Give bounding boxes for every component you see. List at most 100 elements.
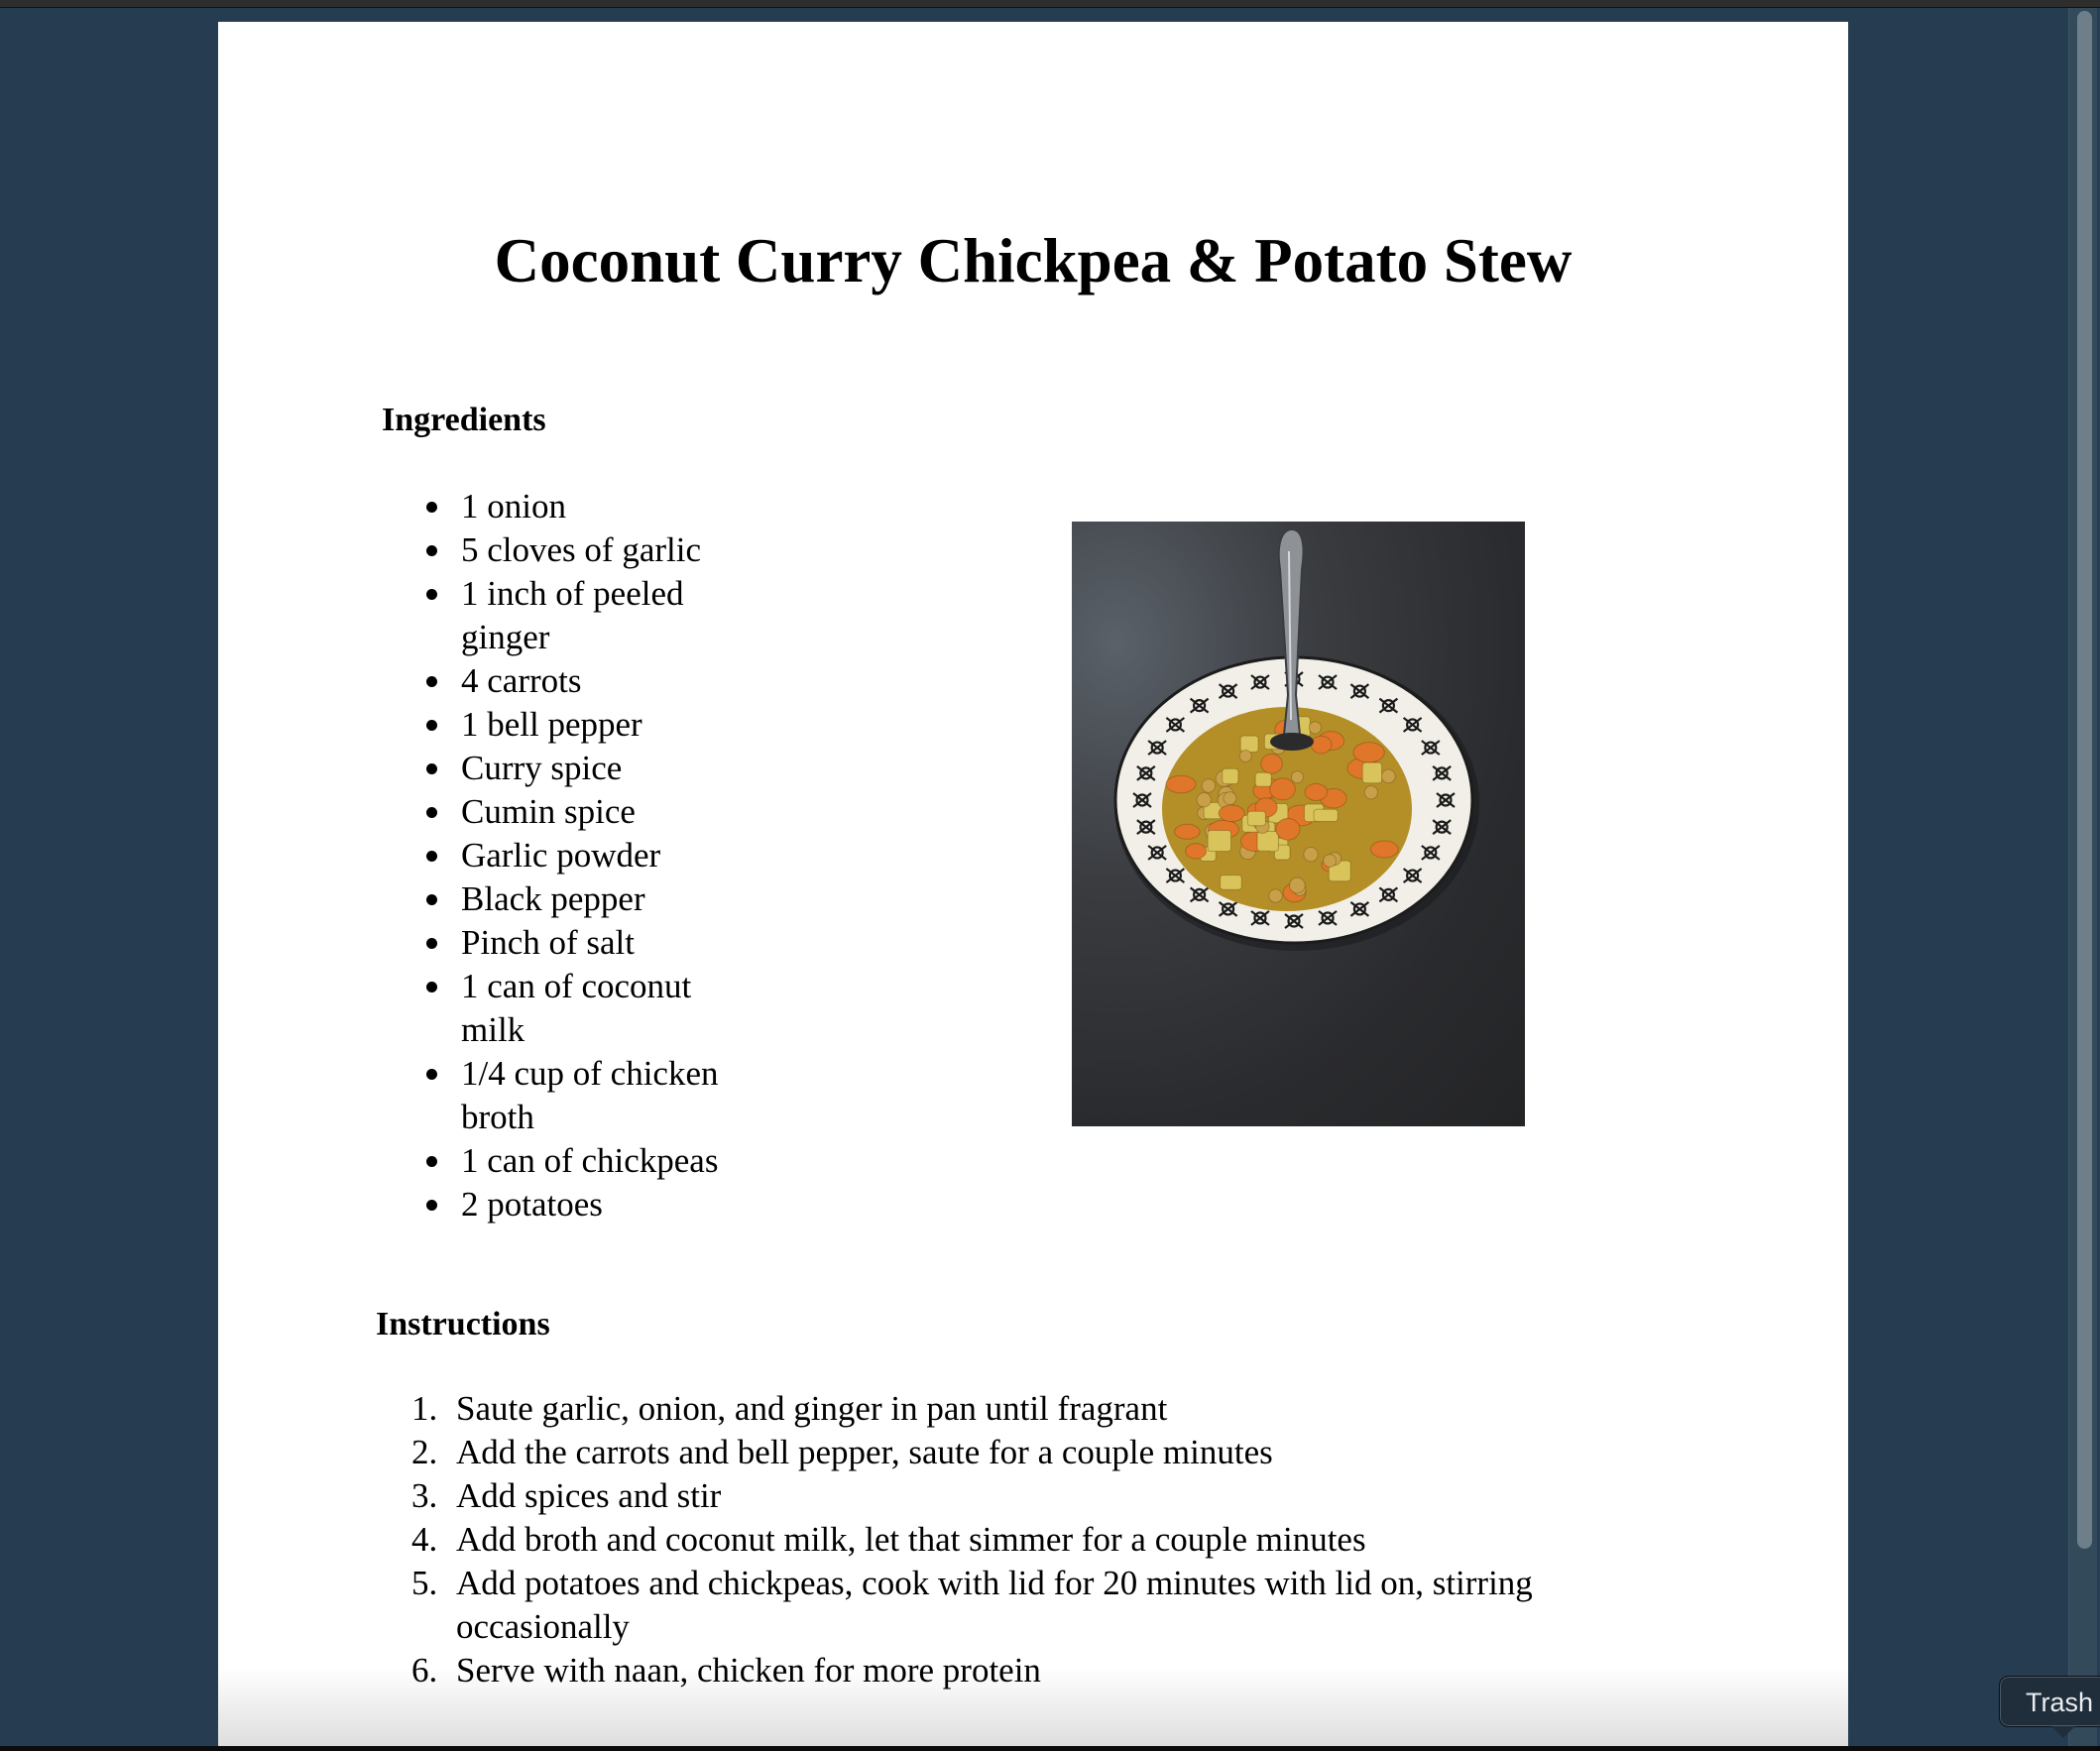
skull-motif bbox=[1147, 740, 1167, 756]
bullet-icon bbox=[426, 545, 437, 556]
skull-motif bbox=[1284, 913, 1304, 929]
potato-chunk bbox=[1246, 810, 1266, 827]
carrot-slice bbox=[1269, 777, 1296, 801]
bullet-icon bbox=[426, 589, 437, 600]
step-number: 5. bbox=[411, 1564, 438, 1602]
skull-motif bbox=[1421, 845, 1441, 861]
bullet-icon bbox=[426, 807, 437, 818]
skull-motif bbox=[1421, 740, 1441, 756]
bullet-icon bbox=[426, 938, 437, 949]
step-number: 2. bbox=[411, 1433, 438, 1471]
potato-chunk bbox=[1313, 808, 1339, 823]
bullet-icon bbox=[426, 1069, 437, 1080]
potato-chunk bbox=[1361, 761, 1383, 784]
list-item: 1 can of coconut milk bbox=[426, 965, 749, 1052]
step-number: 3. bbox=[411, 1476, 438, 1515]
list-item: Black pepper bbox=[426, 877, 749, 921]
list-item: Garlic powder bbox=[426, 834, 749, 877]
carrot-slice bbox=[1218, 804, 1245, 823]
page-title: Coconut Curry Chickpea & Potato Stew bbox=[494, 226, 1573, 295]
instructions-heading: Instructions bbox=[376, 1306, 550, 1342]
dock-tooltip: Trash bbox=[1999, 1676, 2100, 1738]
ingredients-heading: Ingredients bbox=[382, 402, 546, 438]
list-item: Curry spice bbox=[426, 747, 749, 790]
bullet-icon bbox=[426, 851, 437, 862]
step-text: Add broth and coconut milk, let that sim… bbox=[456, 1520, 1366, 1559]
carrot-slice bbox=[1352, 742, 1385, 763]
step-number: 6. bbox=[411, 1651, 438, 1690]
chickpea bbox=[1268, 888, 1283, 903]
bullet-icon bbox=[426, 676, 437, 687]
chickpea bbox=[1380, 768, 1396, 784]
list-item: 4 carrots bbox=[426, 659, 749, 703]
skull-motif bbox=[1318, 674, 1338, 690]
list-item: 1/4 cup of chicken broth bbox=[426, 1052, 749, 1139]
skull-motif bbox=[1378, 697, 1399, 714]
vertical-scrollbar[interactable] bbox=[2068, 8, 2097, 1746]
step-number: 4. bbox=[411, 1520, 438, 1559]
carrot-slice bbox=[1304, 782, 1329, 801]
bullet-icon bbox=[426, 982, 437, 992]
chickpea bbox=[1223, 791, 1237, 806]
skull-motif bbox=[1136, 819, 1156, 836]
potato-chunk bbox=[1239, 735, 1259, 754]
ingredients-list: 1 onion 5 cloves of garlic 1 inch of pee… bbox=[426, 485, 749, 1226]
tooltip-arrow-icon bbox=[2051, 1726, 2075, 1738]
bullet-icon bbox=[426, 894, 437, 905]
chickpea bbox=[1290, 770, 1304, 784]
potato-chunk bbox=[1207, 830, 1232, 853]
carrot-slice bbox=[1310, 735, 1333, 755]
list-item: 1 can of chickpeas bbox=[426, 1139, 749, 1183]
carrot-slice bbox=[1275, 817, 1301, 841]
skull-motif bbox=[1378, 886, 1399, 903]
list-item: Pinch of salt bbox=[426, 921, 749, 965]
skull-motif bbox=[1432, 819, 1452, 836]
carrot-slice bbox=[1165, 774, 1197, 794]
skull-motif bbox=[1402, 717, 1423, 733]
step-number: 1. bbox=[411, 1389, 438, 1428]
list-item: 2. Add the carrots and bell pepper, saute… bbox=[411, 1431, 1586, 1474]
list-item: 1 inch of peeled ginger bbox=[426, 572, 749, 659]
list-item: Cumin spice bbox=[426, 790, 749, 834]
stew-photo bbox=[1072, 522, 1525, 1126]
step-text: Saute garlic, onion, and ginger in pan u… bbox=[456, 1389, 1168, 1428]
bullet-icon bbox=[426, 763, 437, 774]
scrollbar-thumb[interactable] bbox=[2077, 11, 2092, 1549]
list-item: 5 cloves of garlic bbox=[426, 528, 749, 572]
window-bottom-edge bbox=[0, 1746, 2100, 1751]
chickpea bbox=[1196, 792, 1212, 808]
potato-chunk bbox=[1256, 830, 1279, 852]
potato-chunk bbox=[1222, 767, 1239, 785]
chickpea bbox=[1201, 778, 1217, 793]
skull-motif bbox=[1349, 683, 1370, 699]
skull-motif bbox=[1349, 901, 1370, 917]
list-item: 1. Saute garlic, onion, and ginger in pan… bbox=[411, 1387, 1586, 1431]
list-item: 1 onion bbox=[426, 485, 749, 528]
bullet-icon bbox=[426, 1200, 437, 1211]
skull-motif bbox=[1132, 792, 1152, 808]
skull-motif bbox=[1147, 845, 1167, 861]
bullet-icon bbox=[426, 1156, 437, 1167]
skull-motif bbox=[1218, 683, 1238, 699]
carrot-slice bbox=[1260, 754, 1283, 774]
skull-motif bbox=[1165, 868, 1186, 883]
skull-motif bbox=[1189, 697, 1210, 714]
tooltip-label: Trash bbox=[2026, 1688, 2094, 1717]
step-text: Add spices and stir bbox=[456, 1476, 722, 1515]
step-text: Add the carrots and bell pepper, saute f… bbox=[456, 1433, 1273, 1471]
step-text: Serve with naan, chicken for more protei… bbox=[456, 1651, 1041, 1690]
carrot-slice bbox=[1174, 823, 1201, 840]
skull-motif bbox=[1318, 910, 1338, 926]
skull-motif bbox=[1189, 886, 1210, 903]
carrot-slice bbox=[1185, 843, 1208, 860]
potato-chunk bbox=[1254, 771, 1272, 787]
skull-motif bbox=[1136, 764, 1156, 781]
chickpea bbox=[1363, 785, 1379, 800]
skull-motif bbox=[1436, 792, 1456, 808]
chickpea bbox=[1303, 847, 1319, 863]
stew-bowl-illustration bbox=[1113, 527, 1479, 951]
window-top-bar bbox=[0, 0, 2100, 8]
skull-motif bbox=[1250, 910, 1270, 926]
skull-motif bbox=[1250, 674, 1270, 690]
skull-motif bbox=[1432, 764, 1452, 781]
